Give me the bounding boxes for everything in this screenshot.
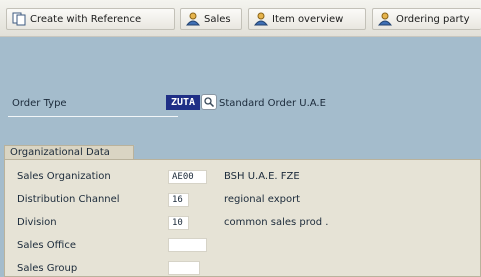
create-with-reference-button[interactable]: Create with Reference (6, 8, 175, 30)
division-input[interactable]: 10 (168, 216, 189, 230)
division-label: Division (17, 217, 57, 228)
sales-group-label: Sales Group (17, 263, 78, 274)
sales-organization-description: BSH U.A.E. FZE (224, 171, 300, 182)
distribution-channel-input[interactable]: 16 (168, 193, 189, 207)
ordering-party-label: Ordering party (396, 13, 470, 25)
person-icon (377, 12, 393, 26)
order-type-underline (8, 116, 178, 117)
search-help-icon[interactable] (201, 94, 217, 110)
distribution-channel-label: Distribution Channel (17, 194, 120, 205)
order-type-description: Standard Order U.A.E (219, 98, 326, 109)
item-overview-button[interactable]: Item overview (248, 8, 366, 30)
order-type-label: Order Type (12, 98, 67, 109)
order-type-input[interactable]: ZUTA (166, 95, 200, 110)
sales-organization-input[interactable]: AE00 (168, 170, 207, 184)
item-overview-label: Item overview (272, 13, 344, 25)
ordering-party-button[interactable]: Ordering party (372, 8, 481, 30)
sales-group-input[interactable] (168, 261, 200, 275)
sales-organization-label: Sales Organization (17, 171, 111, 182)
application-toolbar: Create with Reference Sales Item overvie… (0, 0, 481, 37)
sales-label: Sales (204, 13, 231, 25)
create-with-reference-label: Create with Reference (30, 13, 142, 25)
sales-office-input[interactable] (168, 238, 207, 252)
division-description: common sales prod . (224, 217, 329, 228)
distribution-channel-description: regional export (224, 194, 301, 205)
person-icon (253, 12, 269, 26)
sales-office-label: Sales Office (17, 240, 76, 251)
org-data-group: Sales Organization AE00 BSH U.A.E. FZE D… (4, 159, 481, 277)
sales-button[interactable]: Sales (180, 8, 242, 30)
person-icon (185, 12, 201, 26)
org-data-group-title: Organizational Data (4, 145, 134, 160)
create-with-reference-icon (12, 12, 26, 26)
